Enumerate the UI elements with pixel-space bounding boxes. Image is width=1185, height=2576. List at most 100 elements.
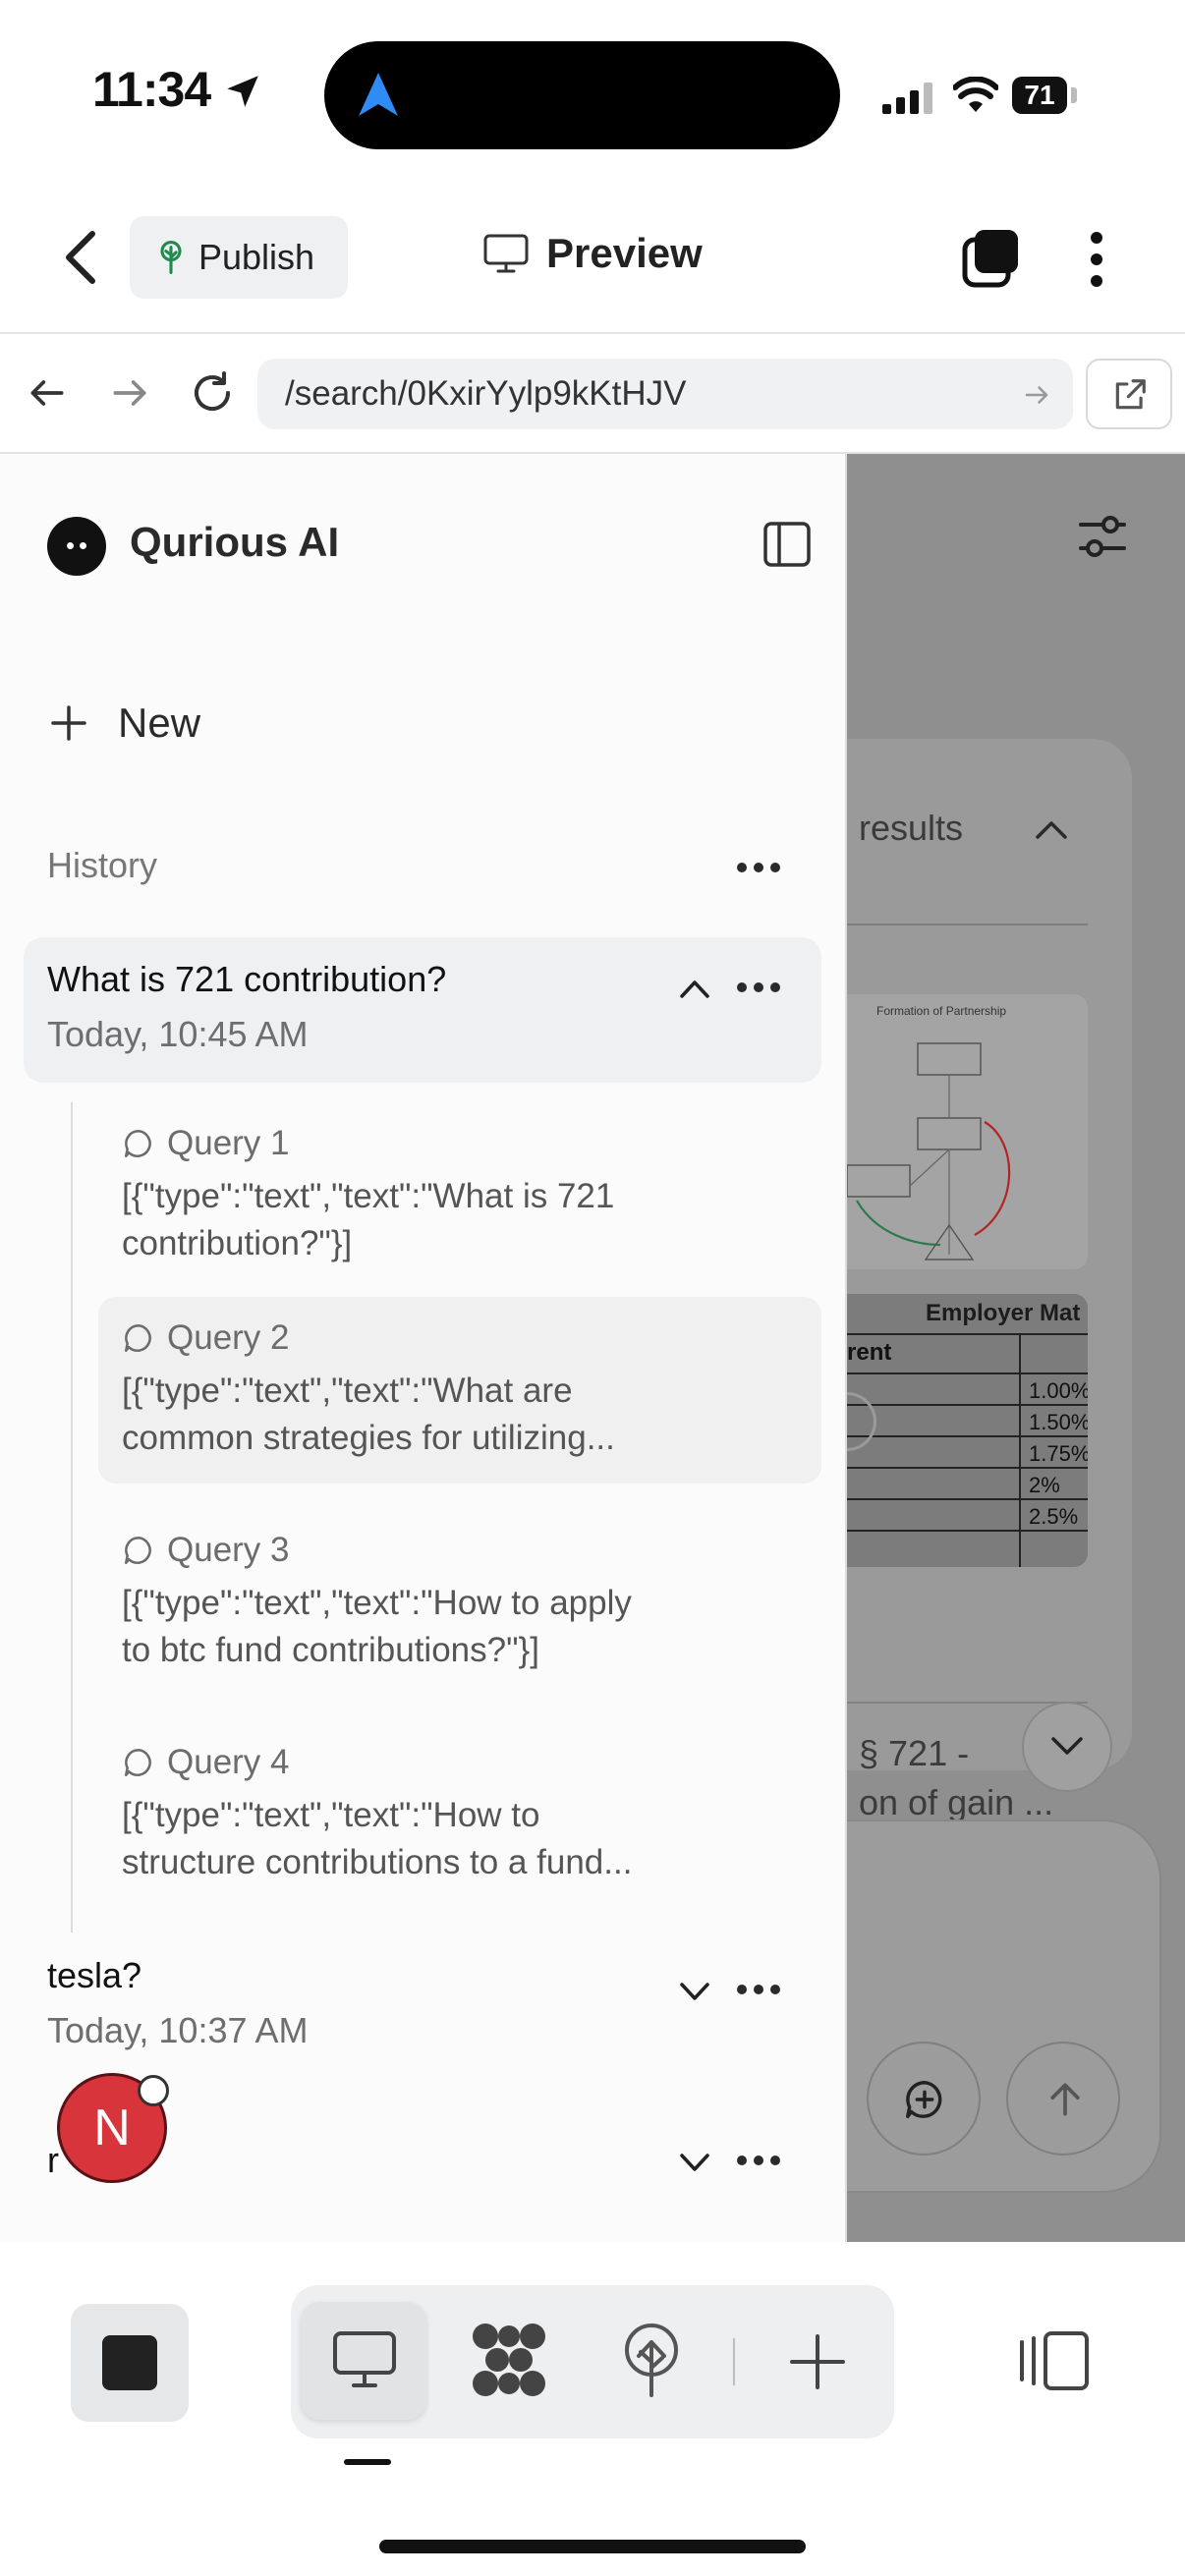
table-cell: 2.5% — [1029, 1504, 1079, 1529]
stop-icon — [102, 2335, 157, 2390]
query-text-line: to btc fund contributions?"}] — [122, 1631, 539, 1669]
back-button[interactable] — [61, 228, 100, 287]
battery-indicator: 71 — [1012, 77, 1067, 114]
diagram-graphic — [847, 1042, 1011, 1260]
message-circle-icon — [124, 1748, 151, 1777]
chevron-down-icon — [1051, 1737, 1083, 1755]
apps-grid-icon[interactable] — [470, 2323, 548, 2397]
query-text-line: [{"type":"text","text":"How to — [122, 1796, 540, 1834]
query-text-line: contribution?"}] — [122, 1224, 353, 1262]
arrow-up-icon — [1050, 2083, 1080, 2116]
brand-name: Qurious AI — [130, 519, 340, 565]
chevron-down-icon[interactable] — [678, 2152, 711, 2175]
conversation-title: r — [47, 2140, 59, 2180]
browser-forward-icon[interactable] — [108, 371, 151, 415]
split-view-icon[interactable] — [1018, 2330, 1091, 2391]
history-more-icon[interactable] — [737, 863, 780, 874]
conversation-title: What is 721 contribution? — [47, 959, 447, 999]
filter-settings-icon — [1077, 511, 1128, 562]
message-circle-icon — [124, 1323, 151, 1353]
query-item[interactable]: Query 3 [{"type":"text","text":"How to a… — [98, 1509, 821, 1696]
query-item-selected[interactable]: Query 2 [{"type":"text","text":"What are… — [98, 1297, 821, 1484]
results-label: results — [859, 808, 964, 848]
query-text-line: [{"type":"text","text":"How to apply — [122, 1584, 632, 1622]
message-circle-icon — [124, 1536, 151, 1565]
dynamic-island — [324, 41, 840, 149]
results-divider — [847, 924, 1088, 925]
publish-label: Publish — [198, 237, 315, 277]
send-button — [1006, 2042, 1120, 2156]
home-indicator — [379, 2540, 806, 2553]
reload-icon[interactable] — [189, 369, 236, 417]
status-time: 11:34 — [92, 62, 211, 117]
tree-icon — [160, 241, 182, 274]
preview-toggle[interactable]: Preview — [483, 230, 703, 277]
table-header: rent — [847, 1339, 892, 1366]
brand-logo-icon — [47, 517, 106, 576]
url-text: /search/0KxirYylp9kKtHJV — [285, 374, 687, 413]
main-content-overlay[interactable]: results Formation of Partnership Employe… — [847, 454, 1185, 2242]
toggle-sidebar-icon[interactable] — [762, 521, 812, 568]
table-grid: rent 1.00% 1.50% 1.75% 2% 2.5% — [847, 1333, 1088, 1567]
conversation-more-icon[interactable] — [737, 2156, 780, 2167]
query-item[interactable]: Query 1 [{"type":"text","text":"What is … — [98, 1102, 821, 1289]
new-chat-button — [867, 2042, 981, 2156]
add-icon[interactable] — [788, 2332, 847, 2391]
go-arrow-icon[interactable] — [1022, 380, 1051, 410]
table-title: Employer Mat — [926, 1300, 1081, 1326]
query-text-line: structure contributions to a fund... — [122, 1843, 633, 1881]
conversation-more-icon[interactable] — [737, 982, 780, 994]
active-tab-indicator — [344, 2459, 391, 2465]
url-bar[interactable]: /search/0KxirYylp9kKtHJV — [257, 359, 1073, 429]
chevron-up-icon[interactable] — [678, 977, 711, 1000]
navigation-app-icon — [359, 73, 398, 116]
query-text: [{"type":"text","text":"What are common … — [122, 1368, 798, 1462]
conversation-date: Today, 10:45 AM — [47, 1014, 309, 1054]
chevron-down-icon[interactable] — [678, 1981, 711, 2004]
new-label: New — [118, 700, 201, 746]
open-external-button[interactable] — [1086, 359, 1172, 429]
query-label: Query 4 — [167, 1743, 290, 1781]
wifi-icon — [953, 77, 998, 114]
query-label: Query 1 — [167, 1124, 290, 1162]
toolbar-separator — [733, 2338, 735, 2385]
monitor-icon — [483, 234, 529, 273]
query-text-line: common strategies for utilizing... — [122, 1419, 615, 1457]
tabs-icon[interactable] — [961, 228, 1022, 289]
chat-plus-icon — [906, 2081, 942, 2118]
collapse-results-icon — [1034, 817, 1069, 841]
conversation-title: tesla? — [47, 1955, 142, 1995]
query-label: Query 2 — [167, 1318, 290, 1357]
desktop-icon — [332, 2330, 397, 2389]
employer-match-table-thumbnail: Employer Mat rent 1.00% 1.50% 1.75% 2% 2… — [847, 1294, 1088, 1567]
query-text: [{"type":"text","text":"How to apply to … — [122, 1580, 798, 1674]
publish-tree-icon[interactable] — [621, 2323, 682, 2397]
table-cell: 1.00% — [1029, 1378, 1088, 1403]
plus-icon — [51, 705, 86, 741]
notification-badge — [138, 2075, 169, 2106]
new-chat-button[interactable]: New — [49, 700, 200, 747]
table-cell: 1.50% — [1029, 1410, 1088, 1434]
conversation-item[interactable]: tesla? Today, 10:37 AM — [24, 1943, 821, 2071]
cellular-signal-icon — [882, 83, 937, 114]
scroll-down-button — [1022, 1702, 1112, 1792]
conversation-item-active[interactable]: What is 721 contribution? Today, 10:45 A… — [24, 937, 821, 1083]
query-item[interactable]: Query 4 [{"type":"text","text":"How to s… — [98, 1721, 821, 1908]
query-text: [{"type":"text","text":"How to structure… — [122, 1792, 798, 1886]
more-vertical-icon[interactable] — [1085, 230, 1108, 289]
query-text: [{"type":"text","text":"What is 721 cont… — [122, 1173, 798, 1267]
table-cell: 2% — [1029, 1473, 1060, 1497]
table-cell: 1.75% — [1029, 1441, 1088, 1466]
query-text-line: [{"type":"text","text":"What is 721 — [122, 1177, 615, 1215]
conversation-more-icon[interactable] — [737, 1985, 780, 1996]
top-divider — [0, 332, 1185, 334]
conversation-date: Today, 10:37 AM — [47, 2010, 309, 2050]
publish-button[interactable]: Publish — [130, 216, 348, 299]
query-text-line: [{"type":"text","text":"What are — [122, 1372, 573, 1410]
battery-cap-icon — [1071, 87, 1077, 103]
thread-line — [71, 1102, 73, 1932]
preview-label: Preview — [546, 230, 703, 276]
message-circle-icon — [124, 1129, 151, 1158]
browser-back-icon[interactable] — [26, 371, 69, 415]
history-heading: History — [47, 845, 158, 885]
